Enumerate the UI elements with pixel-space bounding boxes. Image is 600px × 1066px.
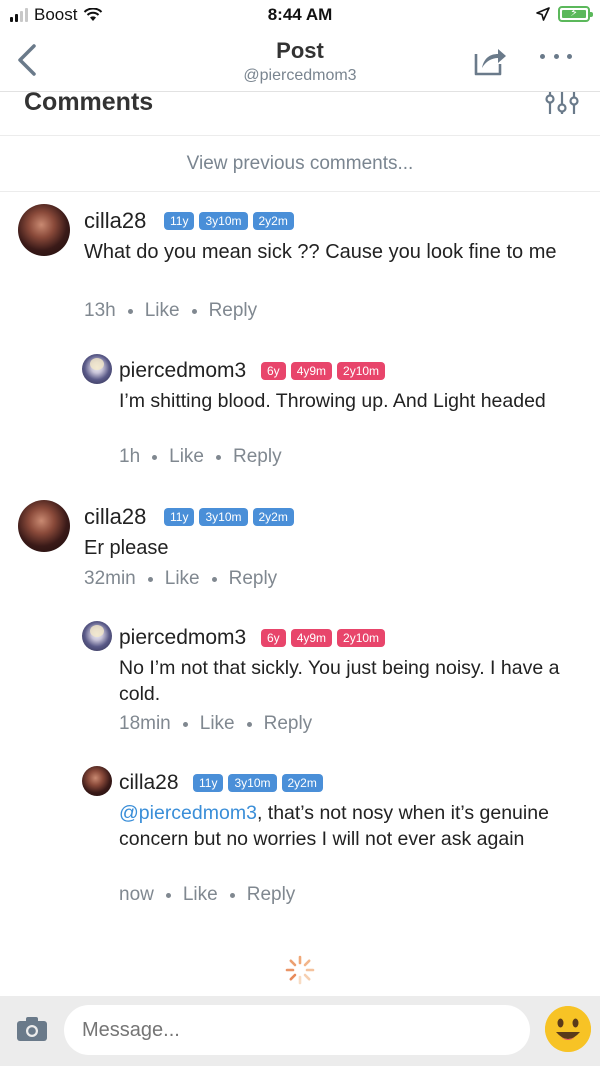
badge: 4y9m: [290, 629, 333, 647]
reply-button[interactable]: Reply: [229, 568, 278, 590]
avatar[interactable]: [82, 766, 112, 796]
user-badges: 11y 3y10m 2y2m: [193, 774, 323, 792]
comment-time: now: [119, 884, 154, 905]
comment-time: 1h: [119, 446, 141, 467]
comment-meta: now Like Reply: [119, 884, 295, 906]
badge: 11y: [193, 774, 224, 792]
comment-time: 18min: [119, 713, 171, 734]
more-dots-icon[interactable]: [540, 54, 572, 64]
badge: 6y: [261, 629, 286, 647]
smiley-emoji-icon[interactable]: [545, 1006, 591, 1052]
message-composer: [0, 996, 600, 1066]
camera-icon[interactable]: [16, 1016, 48, 1042]
like-button[interactable]: Like: [183, 884, 218, 906]
location-arrow-icon: [536, 7, 550, 21]
comment-text: @piercedmom3, that’s not nosy when it’s …: [119, 800, 589, 852]
battery-charging-icon: ⚡: [558, 6, 593, 22]
view-previous-comments-link[interactable]: View previous comments...: [0, 136, 600, 192]
like-button[interactable]: Like: [145, 300, 180, 322]
user-badges: 11y 3y10m 2y2m: [164, 212, 294, 230]
avatar[interactable]: [18, 500, 70, 552]
user-mention-link[interactable]: @piercedmom3: [119, 802, 257, 824]
badge: 11y: [164, 508, 195, 526]
loading-spinner-icon: [285, 955, 315, 985]
filter-sliders-icon[interactable]: [544, 92, 580, 116]
comment-username[interactable]: cilla28: [84, 504, 146, 530]
page-subtitle[interactable]: @piercedmom3: [0, 67, 600, 85]
comment-meta: 13h Like Reply: [84, 300, 257, 322]
comment-username[interactable]: cilla28: [119, 771, 179, 795]
comment-time: 13h: [84, 300, 116, 321]
badge: 2y2m: [252, 508, 294, 526]
nav-bar: Post @piercedmom3: [0, 30, 600, 92]
badge: 2y2m: [281, 774, 323, 792]
status-bar: Boost 8:44 AM ⚡: [0, 0, 600, 30]
badge: 2y10m: [337, 362, 386, 380]
user-badges: 6y 4y9m 2y10m: [261, 629, 386, 647]
avatar[interactable]: [82, 621, 112, 651]
user-badges: 6y 4y9m 2y10m: [261, 362, 386, 380]
comment-text: Er please: [84, 537, 169, 559]
badge: 2y2m: [252, 212, 294, 230]
reply-button[interactable]: Reply: [247, 884, 296, 906]
avatar[interactable]: [18, 204, 70, 256]
like-button[interactable]: Like: [200, 713, 235, 735]
comment-meta: 18min Like Reply: [119, 713, 312, 735]
badge: 4y9m: [290, 362, 333, 380]
comment-meta: 1h Like Reply: [119, 446, 282, 468]
like-button[interactable]: Like: [169, 446, 204, 468]
share-icon[interactable]: [472, 44, 508, 78]
reply-button[interactable]: Reply: [233, 446, 282, 468]
like-button[interactable]: Like: [165, 568, 200, 590]
reply-button[interactable]: Reply: [264, 713, 313, 735]
clock: 8:44 AM: [267, 5, 333, 24]
user-badges: 11y 3y10m 2y2m: [164, 508, 294, 526]
badge: 6y: [261, 362, 286, 380]
badge: 2y10m: [337, 629, 386, 647]
comment-text: What do you mean sick ?? Cause you look …: [84, 241, 557, 263]
comments-header: Comments: [0, 88, 600, 136]
badge: 11y: [164, 212, 195, 230]
comment-meta: 32min Like Reply: [84, 568, 277, 590]
badge: 3y10m: [199, 212, 248, 230]
message-input[interactable]: [64, 1005, 530, 1055]
badge: 3y10m: [199, 508, 248, 526]
badge: 3y10m: [228, 774, 277, 792]
reply-button[interactable]: Reply: [209, 300, 258, 322]
comment-text: I’m shitting blood. Throwing up. And Lig…: [119, 390, 546, 412]
comment-username[interactable]: piercedmom3: [119, 626, 246, 650]
comment-text: No I’m not that sickly. You just being n…: [119, 657, 560, 705]
comments-title: Comments: [24, 88, 154, 116]
comment-username[interactable]: piercedmom3: [119, 359, 246, 383]
avatar[interactable]: [82, 354, 112, 384]
comment-time: 32min: [84, 568, 136, 589]
status-right: ⚡: [536, 6, 593, 22]
page-title: Post: [276, 38, 324, 63]
comment-username[interactable]: cilla28: [84, 208, 146, 234]
